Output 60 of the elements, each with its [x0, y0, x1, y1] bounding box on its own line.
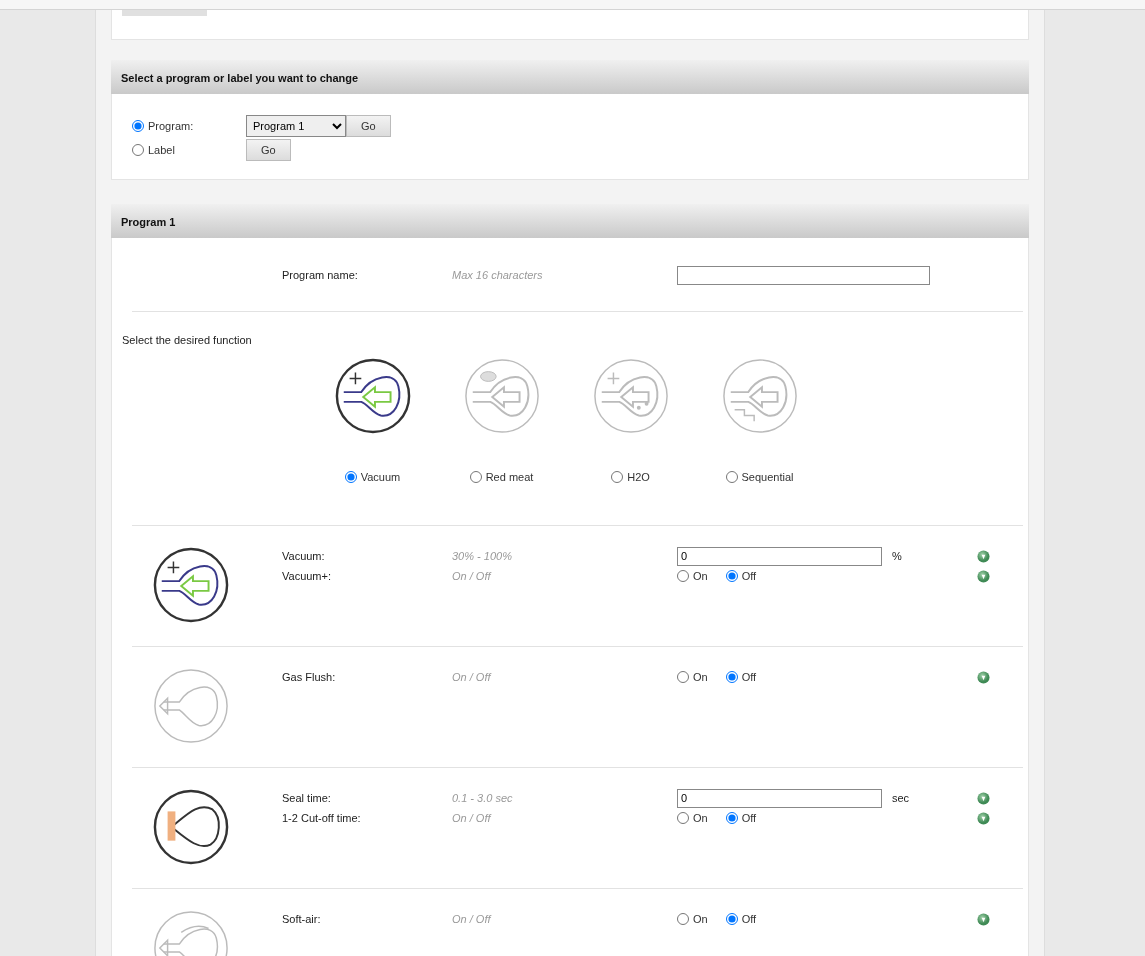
radio-label[interactable]: Program: — [148, 117, 194, 135]
radio-label[interactable]: On — [693, 668, 708, 686]
number-field[interactable]: 0 — [677, 788, 882, 808]
info-icon[interactable] — [977, 812, 990, 826]
radio-button[interactable] — [677, 570, 689, 582]
function-prompt: Select the desired function — [121, 333, 253, 348]
radio-label[interactable]: Off — [741, 567, 757, 585]
field-hint: Max 16 characters — [452, 268, 544, 284]
radio-button[interactable] — [725, 671, 738, 683]
program-name-field[interactable] — [677, 266, 930, 285]
setting-hint: 30% - 100% — [452, 548, 513, 564]
radio-button[interactable] — [469, 470, 482, 483]
setting-hint: On / Off — [452, 669, 493, 685]
setting-label: Gas Flush: — [282, 669, 337, 685]
radio-button[interactable] — [611, 470, 624, 483]
setting-label: Seal time: — [282, 790, 332, 806]
unit-label: sec — [892, 790, 911, 806]
radio-button[interactable] — [677, 812, 689, 824]
radio-button[interactable] — [725, 570, 738, 582]
radio-label[interactable]: Off — [741, 910, 757, 928]
setting-hint: On / Off — [452, 810, 493, 826]
radio-button[interactable] — [344, 470, 357, 483]
radio-label[interactable]: Red meat — [485, 468, 534, 485]
radio-label[interactable]: Label — [148, 141, 175, 159]
go-button[interactable]: Go — [346, 115, 391, 137]
radio-button[interactable] — [725, 470, 738, 483]
setting-label: 1-2 Cut-off time: — [282, 810, 362, 826]
bag-icon[interactable] — [333, 356, 412, 435]
number-field[interactable]: 0 — [677, 546, 882, 566]
setting-hint: 0.1 - 3.0 sec — [452, 790, 514, 806]
radio-button[interactable] — [132, 144, 144, 156]
setting-hint: On / Off — [452, 568, 493, 584]
radio-button[interactable] — [677, 671, 689, 683]
radio-label[interactable]: Vacuum — [360, 468, 401, 485]
info-icon[interactable] — [977, 792, 990, 806]
setting-label: Vacuum: — [282, 548, 326, 564]
info-icon[interactable] — [977, 913, 990, 927]
go-button[interactable]: Go — [246, 139, 291, 161]
program-dropdown[interactable]: Program 1 — [246, 115, 346, 137]
radio-button[interactable] — [725, 913, 738, 925]
radio-label[interactable]: H2O — [627, 468, 650, 485]
radio-label[interactable]: Sequential — [741, 468, 794, 485]
radio-label[interactable]: On — [693, 567, 708, 585]
radio-label[interactable]: Off — [741, 809, 757, 827]
radio-label[interactable]: On — [693, 809, 708, 827]
radio-label[interactable]: On — [693, 910, 708, 928]
radio-button[interactable] — [725, 812, 738, 824]
section-header: Select a program or label you want to change — [111, 60, 1029, 94]
info-icon[interactable] — [977, 671, 990, 685]
field-label: Program name: — [282, 268, 359, 284]
radio-label[interactable]: Off — [741, 668, 757, 686]
setting-hint: On / Off — [452, 911, 493, 927]
setting-label: Soft-air: — [282, 911, 322, 927]
info-icon[interactable] — [977, 550, 990, 564]
section-header: Program 1 — [111, 204, 1029, 238]
setting-label: Vacuum+: — [282, 568, 333, 584]
info-icon[interactable] — [977, 570, 990, 584]
radio-button[interactable] — [132, 120, 144, 132]
radio-button[interactable] — [677, 913, 689, 925]
unit-label: % — [892, 548, 903, 564]
